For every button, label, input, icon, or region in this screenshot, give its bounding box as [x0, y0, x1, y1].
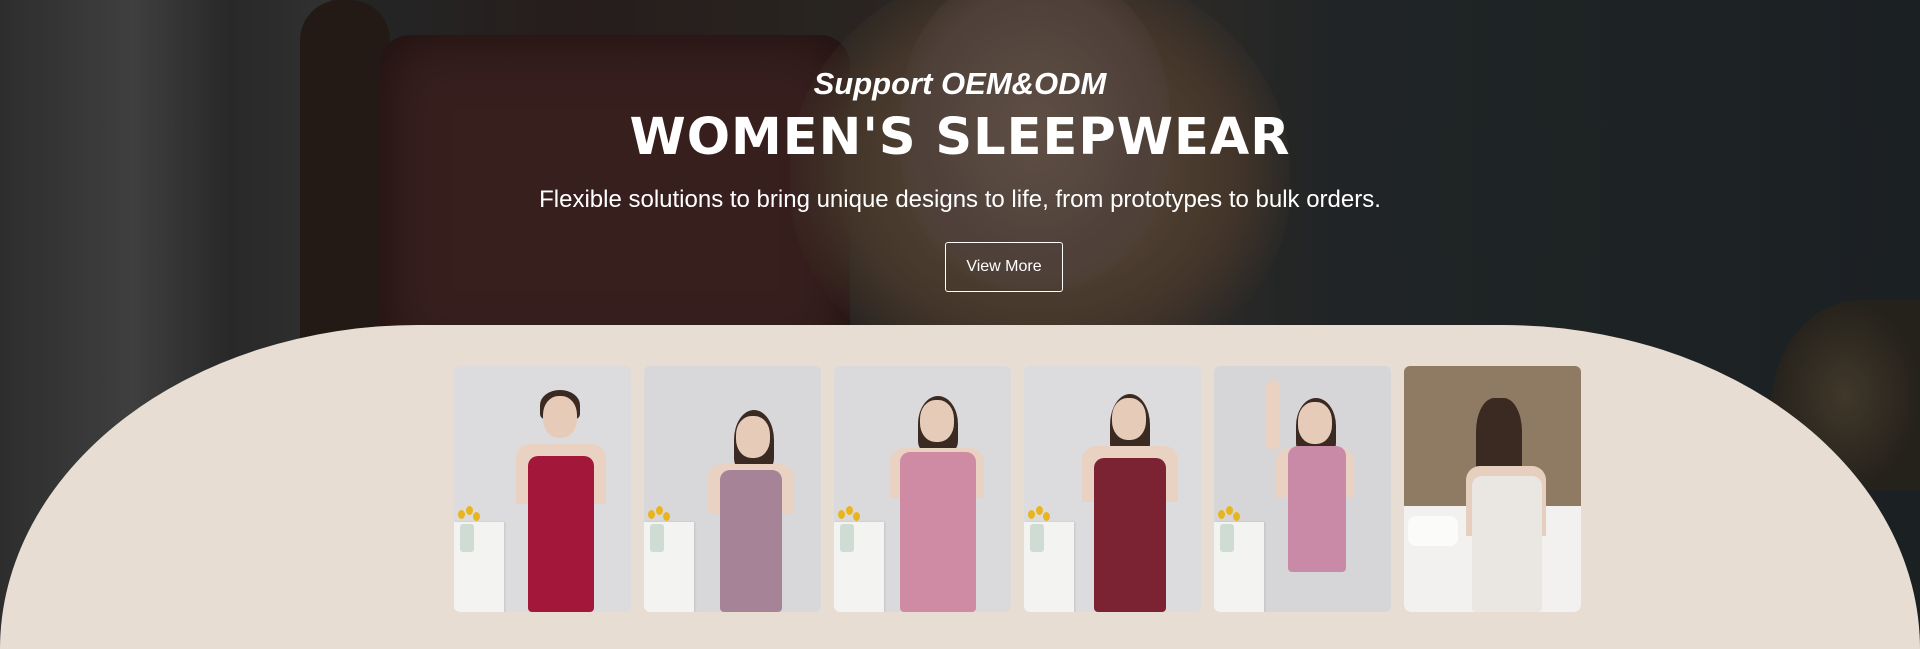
- hero-title: WOMEN'S SLEEPWEAR: [629, 108, 1291, 167]
- model-figure: [1214, 366, 1391, 612]
- view-more-button[interactable]: View More: [945, 242, 1063, 292]
- dress: [528, 456, 594, 612]
- product-thumbnail-6[interactable]: [1404, 366, 1581, 612]
- model-figure: [644, 366, 821, 612]
- hero-tagline: Flexible solutions to bring unique desig…: [539, 186, 1381, 213]
- product-thumbnail-3[interactable]: [834, 366, 1011, 612]
- hero-subtitle: Support OEM&ODM: [813, 66, 1107, 101]
- model-figure: [454, 366, 631, 612]
- dress: [720, 470, 782, 612]
- product-thumbnail-1[interactable]: [454, 366, 631, 612]
- dress: [1288, 446, 1346, 572]
- model-figure: [1404, 366, 1581, 612]
- product-gallery: [454, 366, 1582, 612]
- product-thumbnail-4[interactable]: [1024, 366, 1201, 612]
- model-figure: [1024, 366, 1201, 612]
- dress: [1094, 458, 1166, 612]
- dress: [900, 452, 976, 612]
- model-figure: [834, 366, 1011, 612]
- dress: [1472, 476, 1542, 612]
- product-thumbnail-5[interactable]: [1214, 366, 1391, 612]
- product-thumbnail-2[interactable]: [644, 366, 821, 612]
